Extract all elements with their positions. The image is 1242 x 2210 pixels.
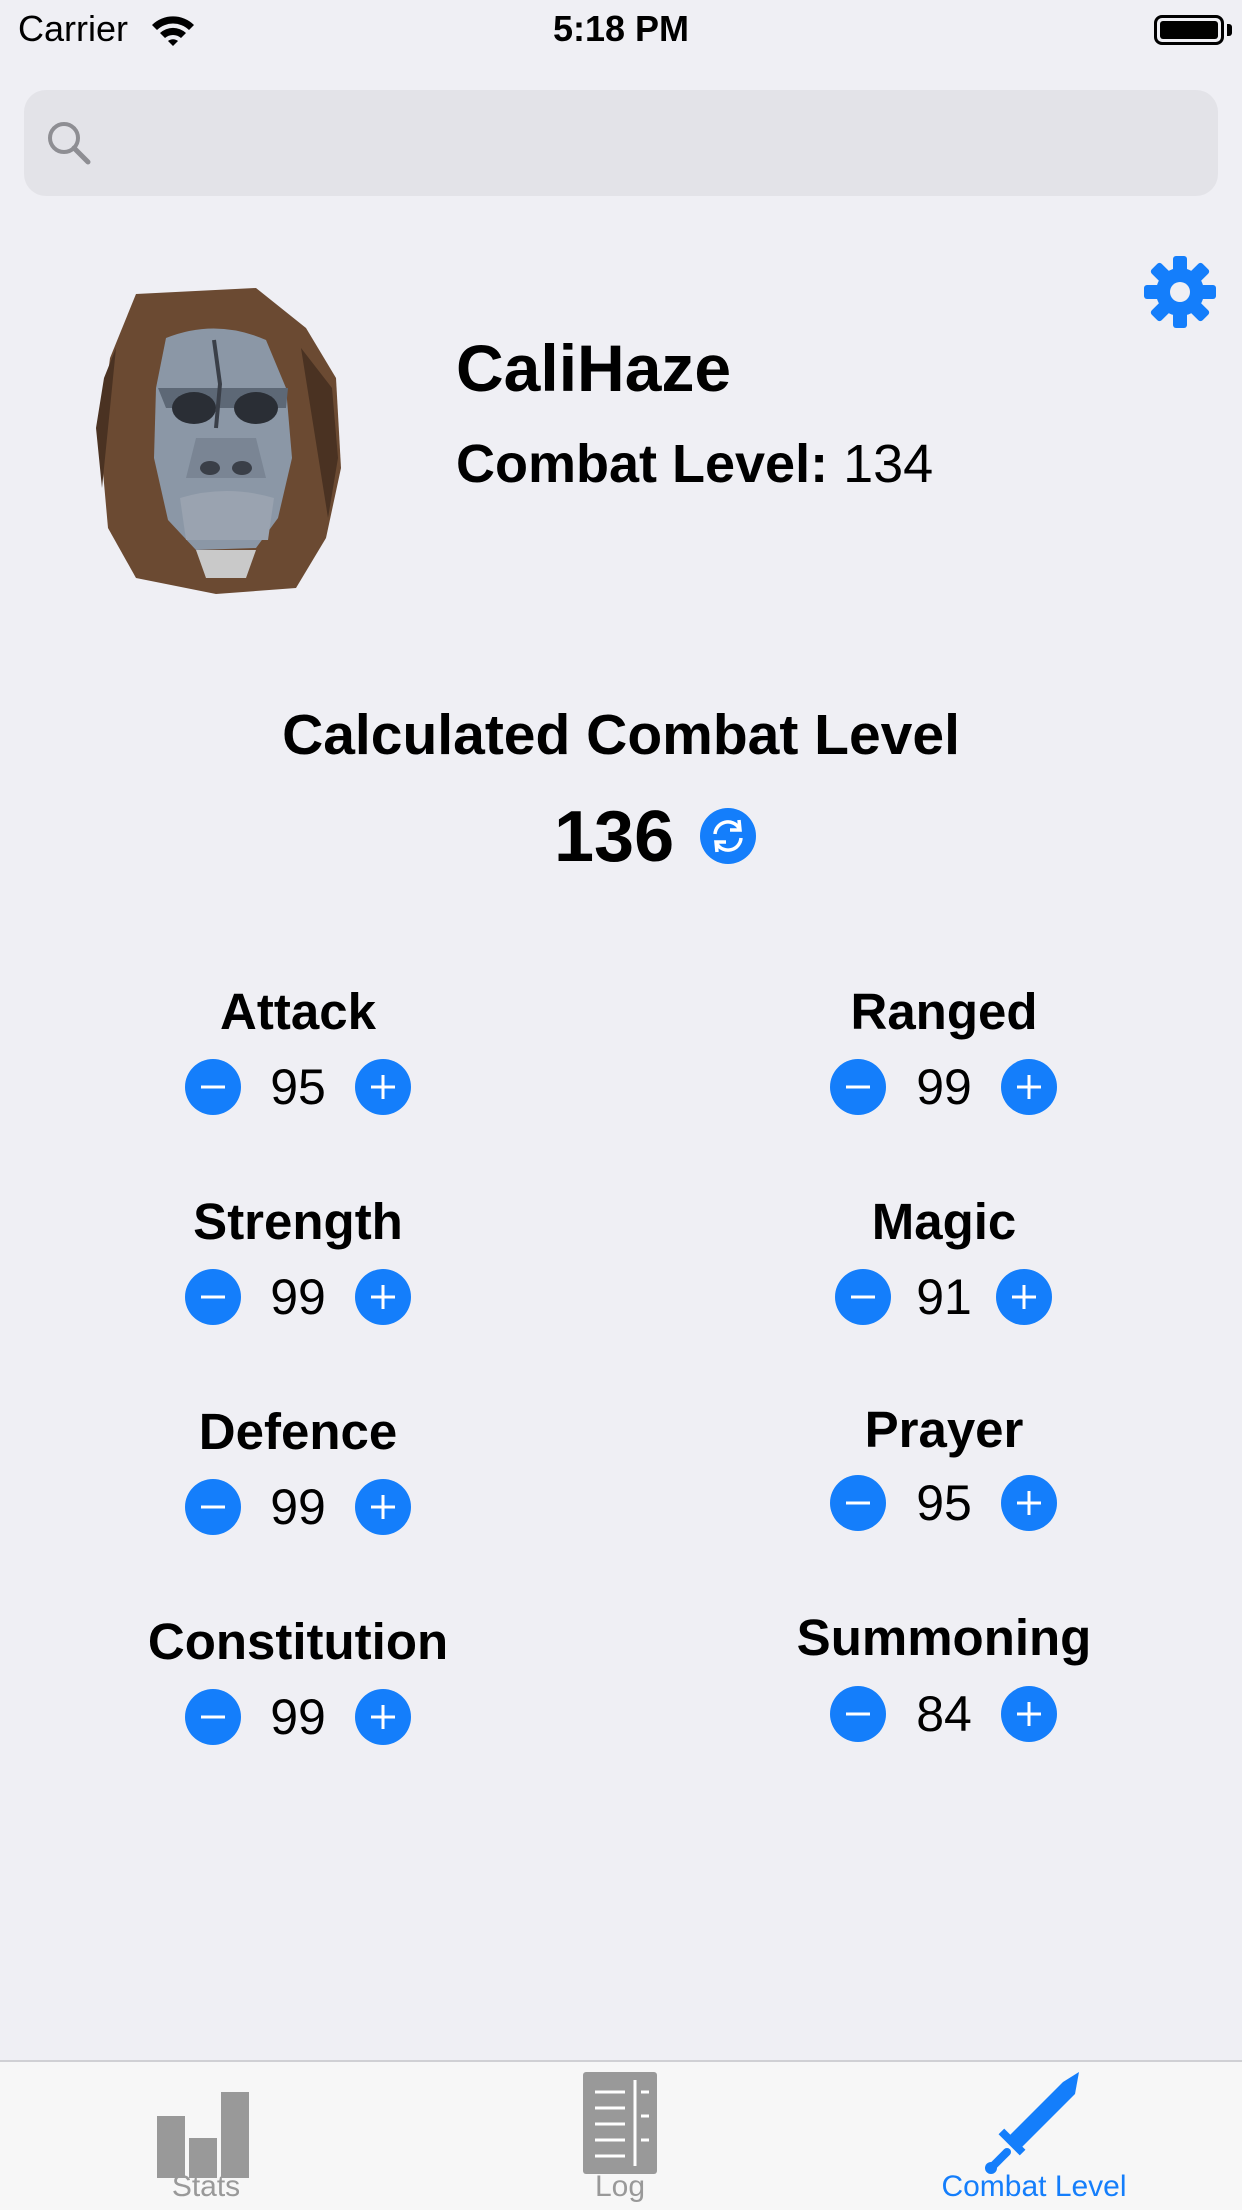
minus-icon [846, 1085, 870, 1089]
search-icon [48, 122, 91, 165]
plus-icon [1012, 1285, 1036, 1309]
magic-increment-button[interactable] [996, 1269, 1052, 1325]
plus-icon [1017, 1702, 1041, 1726]
tab-stats-label: Stats [171, 2170, 241, 2203]
plus-icon [371, 1705, 395, 1729]
constitution-value: 99 [270, 1689, 326, 1745]
prayer-label: Prayer [864, 1401, 1024, 1458]
combat-level-value: 134 [843, 434, 934, 494]
minus-icon [201, 1505, 225, 1509]
summoning-label: Summoning [796, 1609, 1092, 1666]
strength-value: 99 [270, 1269, 326, 1325]
strength-decrement-button[interactable] [185, 1269, 241, 1325]
prayer-decrement-button[interactable] [830, 1475, 886, 1531]
defence-value: 99 [270, 1479, 326, 1535]
minus-icon [851, 1295, 875, 1299]
attack-decrement-button[interactable] [185, 1059, 241, 1115]
magic-label: Magic [871, 1193, 1017, 1250]
refresh-icon[interactable] [700, 808, 756, 864]
defence-label: Defence [198, 1403, 398, 1460]
constitution-decrement-button[interactable] [185, 1689, 241, 1745]
battery-nub [1227, 24, 1232, 36]
minus-icon [201, 1715, 225, 1719]
defence-decrement-button[interactable] [185, 1479, 241, 1535]
clock: 5:18 PM [552, 8, 690, 49]
attack-increment-button[interactable] [355, 1059, 411, 1115]
tab-combat-level-label: Combat Level [941, 2170, 1127, 2203]
summoning-value: 84 [916, 1686, 972, 1742]
magic-value: 91 [916, 1269, 972, 1325]
minus-icon [846, 1712, 870, 1716]
document-icon [583, 2072, 657, 2174]
combat-level-line: Combat Level: 134 [456, 430, 933, 498]
minus-icon [201, 1085, 225, 1089]
strength-label: Strength [193, 1193, 403, 1250]
tab-log[interactable]: Log [470, 2060, 770, 2208]
player-name: CaliHaze [456, 331, 732, 405]
calculated-combat-value: 136 [554, 797, 675, 877]
calculated-combat-title: Calculated Combat Level [282, 703, 960, 767]
bar-chart-icon [157, 2092, 249, 2178]
constitution-increment-button[interactable] [355, 1689, 411, 1745]
defence-increment-button[interactable] [355, 1479, 411, 1535]
minus-icon [846, 1501, 870, 1505]
sword-icon [985, 2072, 1079, 2174]
strength-increment-button[interactable] [355, 1269, 411, 1325]
tab-combat-level[interactable]: Combat Level [884, 2060, 1184, 2208]
ranged-increment-button[interactable] [1001, 1059, 1057, 1115]
ranged-label: Ranged [850, 983, 1038, 1040]
plus-icon [371, 1075, 395, 1099]
battery-icon [1154, 15, 1224, 45]
attack-value: 95 [270, 1059, 326, 1115]
ranged-value: 99 [916, 1059, 972, 1115]
plus-icon [371, 1285, 395, 1309]
plus-icon [371, 1495, 395, 1519]
ranged-decrement-button[interactable] [830, 1059, 886, 1115]
prayer-increment-button[interactable] [1001, 1475, 1057, 1531]
plus-icon [1017, 1075, 1041, 1099]
attack-label: Attack [220, 983, 376, 1040]
constitution-label: Constitution [147, 1613, 449, 1670]
minus-icon [201, 1295, 225, 1299]
tab-stats[interactable]: Stats [56, 2060, 356, 2208]
gear-icon[interactable] [1142, 254, 1218, 330]
avatar [96, 288, 341, 594]
magic-decrement-button[interactable] [835, 1269, 891, 1325]
tab-log-label: Log [594, 2170, 646, 2203]
plus-icon [1017, 1491, 1041, 1515]
summoning-decrement-button[interactable] [830, 1686, 886, 1742]
combat-level-label: Combat Level: [456, 434, 829, 494]
prayer-value: 95 [916, 1475, 972, 1531]
summoning-increment-button[interactable] [1001, 1686, 1057, 1742]
search-input[interactable] [100, 110, 1194, 178]
